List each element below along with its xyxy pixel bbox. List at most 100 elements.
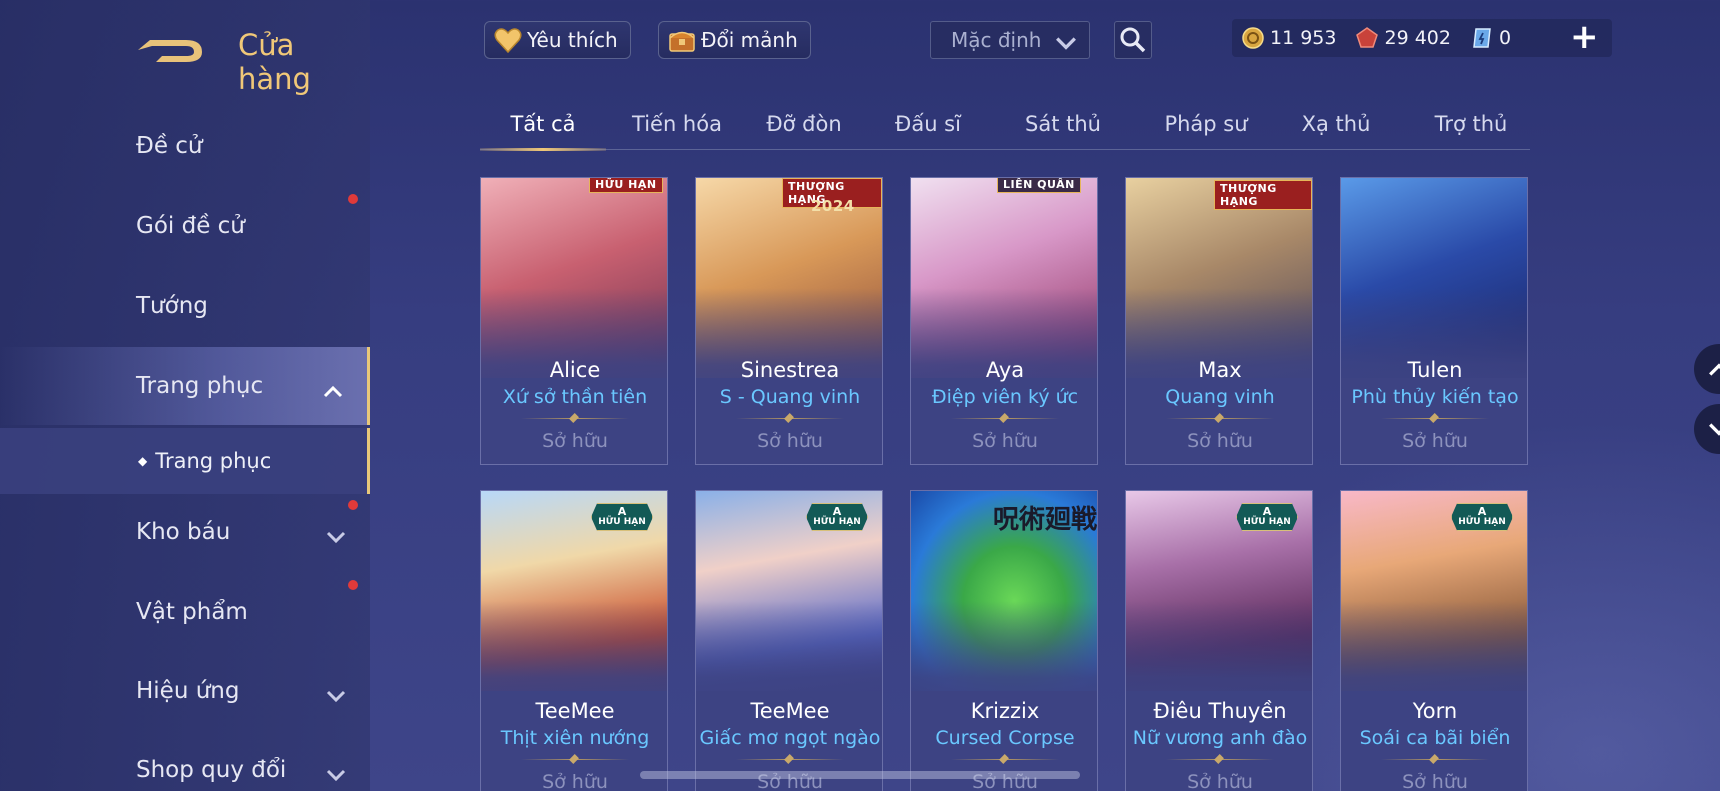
chevron-down-icon: [326, 524, 346, 544]
currency-bar: 11 953 29 402 0: [1232, 19, 1612, 57]
gold-amount: 11 953: [1270, 27, 1337, 49]
divider: [521, 759, 629, 760]
gem-currency: 29 402: [1356, 27, 1451, 49]
sidebar-item-recommended-packs[interactable]: Gói đề cử: [0, 188, 370, 264]
collab-badge: LIÊN QUÂN: [997, 178, 1081, 193]
notification-dot: [348, 194, 358, 204]
search-button[interactable]: [1114, 21, 1152, 59]
search-icon: [1120, 27, 1146, 53]
notification-dot: [348, 580, 358, 590]
sidebar-subitem-skins[interactable]: ◆ Trang phục: [0, 428, 370, 494]
back-button[interactable]: [136, 26, 208, 66]
skin-card[interactable]: Tulen Phù thủy kiến tạo Sở hữu: [1340, 177, 1528, 465]
skin-card[interactable]: THƯỢNG HẠNG 2024 Sinestrea S - Quang vin…: [695, 177, 883, 465]
owned-status: Sở hữu: [1402, 771, 1468, 791]
skin-name: Quang vinh: [1165, 386, 1275, 408]
chevron-down-icon: [326, 683, 346, 703]
owned-status: Sở hữu: [1187, 430, 1253, 452]
hero-name: Tulen: [1407, 358, 1463, 382]
notification-dot: [348, 500, 358, 510]
horizontal-scrollbar[interactable]: [640, 771, 1080, 779]
treasure-chest-icon: [667, 25, 697, 55]
tab-assassin[interactable]: Sát thủ: [1008, 112, 1118, 136]
skin-name: Giấc mơ ngọt ngào: [699, 727, 881, 749]
sidebar-item-label: Trang phục: [136, 373, 264, 399]
sidebar-item-label: Vật phẩm: [136, 599, 248, 625]
tab-all[interactable]: Tất cả: [480, 112, 606, 136]
sort-value: Mặc định: [951, 28, 1042, 52]
tab-fighter[interactable]: Đấu sĩ: [878, 112, 978, 136]
skin-name: Xứ sở thần tiên: [502, 386, 648, 408]
skin-name: S - Quang vinh: [719, 386, 861, 408]
tab-evolution[interactable]: Tiến hóa: [618, 112, 736, 136]
sidebar-subitem-label: Trang phục: [155, 449, 272, 473]
sidebar-item-skins[interactable]: Trang phục: [0, 347, 370, 425]
exchange-shards-button[interactable]: Đổi mảnh: [658, 21, 811, 59]
rank-a-limited-badge: A HỮU HẠN: [806, 503, 868, 531]
tab-mage[interactable]: Pháp sư: [1150, 112, 1262, 136]
category-tabs: Tất cả Tiến hóa Đỡ đòn Đấu sĩ Sát thủ Ph…: [480, 98, 1530, 151]
sidebar-item-label: Shop quy đổi: [136, 757, 287, 783]
page-title: Cửa hàng: [238, 28, 311, 96]
rank-a-limited-badge: A HỮU HẠN: [1236, 503, 1298, 531]
hero-name: Sinestrea: [740, 358, 840, 382]
divider: [1166, 759, 1274, 760]
sidebar-item-recommended[interactable]: Đề cử: [0, 108, 370, 184]
gold-coin-icon: [1242, 27, 1264, 49]
hero-name: TeeMee: [535, 699, 615, 723]
add-currency-button[interactable]: +: [1570, 20, 1599, 54]
divider: [951, 759, 1059, 760]
active-tab-indicator: [480, 148, 606, 151]
divider: [1381, 759, 1489, 760]
skin-card[interactable]: LIÊN QUÂN Aya Điệp viên ký ức Sở hữu: [910, 177, 1098, 465]
skin-name: Điệp viên ký ức: [931, 386, 1079, 408]
sidebar-item-items[interactable]: Vật phẩm: [0, 574, 370, 650]
hero-name: Max: [1198, 358, 1242, 382]
skin-name: Cursed Corpse: [935, 727, 1075, 749]
scroll-up-button[interactable]: [1694, 344, 1720, 394]
tab-support[interactable]: Trợ thủ: [1416, 112, 1526, 136]
red-gem-icon: [1356, 27, 1379, 49]
skin-card[interactable]: HỮU HẠN Alice Xứ sở thần tiên Sở hữu: [480, 177, 668, 465]
sidebar-item-effects[interactable]: Hiệu ứng: [0, 653, 370, 729]
scroll-down-button[interactable]: [1694, 404, 1720, 454]
voucher-icon: [1471, 27, 1493, 49]
sidebar-item-label: Gói đề cử: [136, 213, 245, 239]
owned-status: Sở hữu: [1187, 771, 1253, 791]
sidebar-item-exchange-shop[interactable]: Shop quy đổi: [0, 732, 370, 791]
divider: [736, 418, 844, 419]
skin-card[interactable]: A HỮU HẠN TeeMee Giấc mơ ngọt ngào Sở hữ…: [695, 490, 883, 791]
owned-status: Sở hữu: [542, 430, 608, 452]
skin-name: Nữ vương anh đào: [1132, 727, 1308, 749]
skin-name: Thịt xiên nướng: [500, 727, 650, 749]
skin-card[interactable]: 呪術廻戦 Krizzix Cursed Corpse Sở hữu: [910, 490, 1098, 791]
chevron-up-icon: [323, 378, 343, 398]
skin-card[interactable]: THƯỢNG HẠNG Max Quang vinh Sở hữu: [1125, 177, 1313, 465]
divider: [1166, 418, 1274, 419]
bullet-icon: ◆: [138, 454, 148, 468]
sidebar-item-treasure[interactable]: Kho báu: [0, 494, 370, 570]
skin-card[interactable]: A HỮU HẠN TeeMee Thịt xiên nướng Sở hữu: [480, 490, 668, 791]
exchange-shards-label: Đổi mảnh: [701, 28, 798, 52]
chevron-up-icon: [1709, 363, 1720, 376]
skin-card[interactable]: A HỮU HẠN Yorn Soái ca bãi biển Sở hữu: [1340, 490, 1528, 791]
favorites-button[interactable]: Yêu thích: [484, 21, 631, 59]
tab-tank[interactable]: Đỡ đòn: [748, 112, 860, 136]
hero-name: Aya: [985, 358, 1025, 382]
sidebar: Cửa hàng Đề cử Gói đề cử Tướng Trang phụ…: [0, 0, 370, 791]
tab-marksman[interactable]: Xạ thủ: [1286, 112, 1386, 136]
skin-name: Phù thủy kiến tạo: [1351, 386, 1519, 408]
hero-name: Yorn: [1412, 699, 1458, 723]
sort-dropdown[interactable]: Mặc định: [930, 21, 1090, 59]
hero-name: Krizzix: [970, 699, 1040, 723]
year-badge: 2024: [811, 197, 855, 215]
favorites-label: Yêu thích: [527, 28, 618, 52]
divider: [521, 418, 629, 419]
skin-card[interactable]: A HỮU HẠN Điêu Thuyền Nữ vương anh đào S…: [1125, 490, 1313, 791]
divider: [951, 418, 1059, 419]
premium-badge: THƯỢNG HẠNG: [1214, 180, 1312, 210]
hero-name: TeeMee: [750, 699, 830, 723]
hero-name: Điêu Thuyền: [1153, 699, 1287, 723]
sidebar-item-heroes[interactable]: Tướng: [0, 268, 370, 344]
hero-name: Alice: [549, 358, 601, 382]
